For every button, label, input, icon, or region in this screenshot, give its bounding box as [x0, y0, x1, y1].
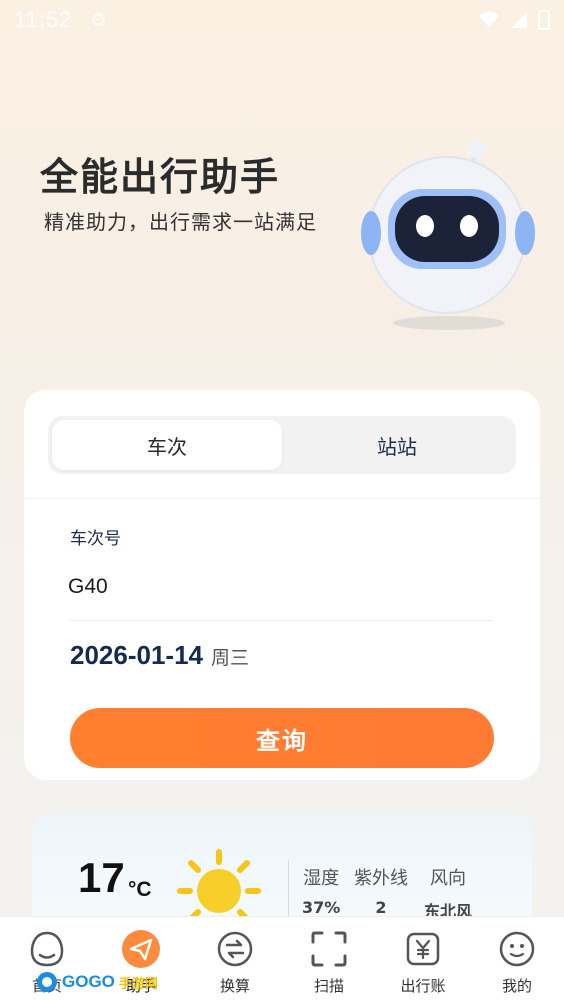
gogo-watermark-logo: GOGO 手游网: [36, 968, 158, 996]
humidity-label: 湿度: [303, 868, 340, 889]
settings-gear-icon: ⚙: [90, 9, 107, 31]
tab-station-to-station[interactable]: 站站: [282, 420, 512, 470]
hero-title: 全能出行助手: [40, 155, 281, 199]
status-bar: 11:52 ⚙: [0, 0, 564, 40]
watermark-text-blue: GOGO: [62, 972, 115, 991]
nav-item-profile[interactable]: 我的: [470, 917, 564, 1004]
field-underline: [70, 620, 492, 621]
tab-train-number[interactable]: 车次: [52, 420, 282, 470]
query-button[interactable]: 查询: [70, 708, 494, 768]
robot-mascot-icon: [361, 140, 535, 330]
wifi-icon: [479, 11, 499, 28]
exchange-icon: [217, 931, 253, 967]
profile-face-icon: [499, 931, 535, 967]
nav-item-scan[interactable]: 扫描: [282, 917, 376, 1004]
train-number-input[interactable]: [68, 566, 494, 608]
card-divider: [24, 498, 540, 499]
paper-plane-icon: [122, 930, 160, 968]
weather-divider: [288, 860, 289, 916]
nav-label-profile: 我的: [501, 977, 532, 995]
watermark-text-yellow: 手游网: [118, 975, 158, 991]
date-weekday: 周三: [211, 647, 250, 669]
home-face-icon: [30, 931, 64, 967]
status-indicators: [478, 10, 550, 30]
nav-label-exchange: 换算: [219, 977, 250, 995]
nav-label-travel-account: 出行账: [400, 977, 446, 995]
yuan-wallet-icon: [406, 932, 440, 966]
wind-label: 风向: [430, 868, 466, 889]
hero-subtitle: 精准助力，出行需求一站满足: [44, 210, 317, 234]
humidity-value: 37%: [302, 898, 341, 917]
uv-value: 2: [375, 898, 387, 917]
train-number-label: 车次号: [70, 529, 121, 549]
gogo-logo-icon: [37, 972, 57, 992]
scan-icon: [311, 931, 347, 967]
nav-item-travel-account[interactable]: 出行账: [376, 917, 470, 1004]
humidity-metric: 湿度 37%: [302, 864, 340, 917]
signal-icon: [510, 11, 528, 29]
temperature-value: 17: [78, 854, 125, 901]
wind-metric: 风向 东北风: [424, 864, 472, 922]
uv-metric: 紫外线 2: [354, 864, 408, 917]
battery-icon: [538, 10, 550, 30]
query-tabs: 车次 站站: [48, 416, 516, 474]
status-time: 11:52: [14, 7, 73, 32]
uv-label: 紫外线: [354, 868, 408, 889]
nav-item-exchange[interactable]: 换算: [188, 917, 282, 1004]
date-value: 2026-01-14: [70, 640, 203, 670]
query-card: 车次 站站 车次号 2026-01-14 周三 查询: [24, 390, 540, 780]
temperature-unit: °C: [128, 878, 152, 901]
nav-label-scan: 扫描: [313, 977, 344, 995]
date-picker[interactable]: 2026-01-14 周三: [70, 640, 249, 671]
